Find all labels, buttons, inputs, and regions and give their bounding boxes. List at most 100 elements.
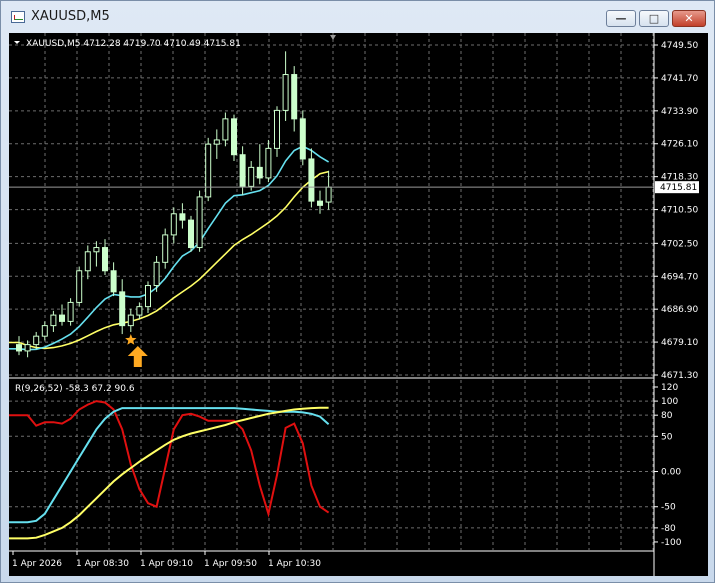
indicator-line-red <box>9 400 330 518</box>
chart-shift-icon[interactable] <box>330 35 336 40</box>
price-tick-label: 4694.70 <box>661 272 698 282</box>
price-tick-label: 4686.90 <box>661 305 698 315</box>
signal-star-icon <box>125 334 137 345</box>
title-bar[interactable]: XAUUSD,M5 — □ ✕ <box>1 1 714 33</box>
candle-body <box>50 314 57 327</box>
indicator-tick-label: 0.00 <box>661 468 681 478</box>
candle[interactable] <box>84 245 91 280</box>
candle[interactable] <box>248 161 255 191</box>
candle[interactable] <box>162 228 169 269</box>
candle[interactable] <box>119 279 126 335</box>
candle[interactable] <box>205 137 212 202</box>
candle[interactable] <box>76 266 83 307</box>
candle[interactable] <box>93 241 100 267</box>
minimize-icon: — <box>615 12 627 25</box>
candle-body <box>274 109 280 149</box>
candle-body <box>248 166 255 187</box>
candle[interactable] <box>188 215 194 252</box>
candle-body <box>84 251 91 272</box>
candle-body <box>67 301 74 322</box>
candle[interactable] <box>282 51 289 121</box>
candle-body <box>205 143 212 198</box>
candle[interactable] <box>231 114 237 162</box>
candle-body <box>41 325 48 337</box>
candle[interactable] <box>102 239 108 275</box>
indicator-tick-label: 80 <box>661 411 673 421</box>
grid <box>9 33 654 550</box>
candle-body <box>308 158 315 202</box>
candle[interactable] <box>170 207 177 244</box>
candle-body <box>325 186 332 203</box>
candle[interactable] <box>265 139 272 183</box>
candle-body <box>136 306 143 316</box>
candle-body <box>145 285 151 308</box>
price-tick-label: 4702.50 <box>661 239 698 249</box>
candle[interactable] <box>196 190 203 252</box>
indicator-panel-header: R(9,26,52) -58.3 67.2 90.6 <box>15 384 135 394</box>
indicator-line-yellow <box>9 406 329 540</box>
price-tick-label: 4733.90 <box>661 107 698 117</box>
close-icon: ✕ <box>684 12 694 25</box>
candle[interactable] <box>145 281 151 313</box>
candle[interactable] <box>24 340 31 358</box>
candle-body <box>153 261 160 287</box>
candle-body <box>24 344 31 352</box>
candle[interactable] <box>16 336 22 356</box>
candle-body <box>76 270 83 303</box>
candle-body <box>162 234 169 263</box>
candle[interactable] <box>33 331 40 349</box>
candle[interactable] <box>41 321 48 341</box>
price-panel-header: XAUUSD,M5 4712.28 4719.70 4710.49 4715.8… <box>26 39 241 49</box>
window-title: XAUUSD,M5 <box>31 9 110 24</box>
candle[interactable] <box>222 112 229 147</box>
candle[interactable] <box>291 66 298 132</box>
candle[interactable] <box>256 144 263 185</box>
price-tick-label: 4710.50 <box>661 206 698 216</box>
candle-body <box>16 344 22 352</box>
candle-body <box>299 118 306 160</box>
candle-body <box>231 118 237 156</box>
candle[interactable] <box>110 262 117 297</box>
candle[interactable] <box>59 304 65 326</box>
panel-menu-triangle-icon[interactable] <box>14 41 20 44</box>
indicator-tick-label: 120 <box>661 383 678 393</box>
candle-body <box>196 196 203 249</box>
candle[interactable] <box>179 203 186 229</box>
candle-body <box>265 147 272 179</box>
price-tick-label: 4726.10 <box>661 140 698 150</box>
price-tick-label: 4671.30 <box>661 371 698 381</box>
indicator-tick-label: -80 <box>661 524 676 534</box>
candle-body <box>170 213 177 236</box>
candle[interactable] <box>213 129 220 159</box>
indicator-tick-label: 50 <box>661 432 673 442</box>
candle[interactable] <box>274 106 280 157</box>
candle[interactable] <box>317 190 323 214</box>
time-tick-label: 1 Apr 10:30 <box>268 559 321 569</box>
chart-svg[interactable]: 4749.50 4741.70 4733.90 4726.10 4718.30 4710.… <box>9 33 708 576</box>
price-tick-label: 4679.10 <box>661 338 698 348</box>
candle[interactable] <box>299 110 306 166</box>
candle[interactable] <box>308 148 315 208</box>
price-tick-label: 4718.30 <box>661 173 698 183</box>
candle-body <box>59 314 65 322</box>
indicator-line-cyan <box>9 407 330 524</box>
candle[interactable] <box>325 170 332 210</box>
close-button[interactable]: ✕ <box>672 10 706 27</box>
chart-canvas[interactable]: 4749.50 4741.70 4733.90 4726.10 4718.30 4710.… <box>9 33 708 576</box>
candle-body <box>213 139 220 145</box>
buy-arrow-icon <box>127 345 148 367</box>
candle-body <box>282 74 289 111</box>
maximize-button[interactable]: □ <box>639 10 669 27</box>
candle[interactable] <box>127 308 134 332</box>
indicator-tick-label: -100 <box>661 538 682 548</box>
time-tick-label: 1 Apr 2026 <box>12 559 62 569</box>
candle-body <box>127 314 134 327</box>
candle-body <box>239 154 246 187</box>
candle-body <box>33 335 40 346</box>
indicator-panel[interactable] <box>9 400 330 540</box>
candle-body <box>119 291 126 327</box>
candle[interactable] <box>67 298 74 326</box>
candle[interactable] <box>50 310 57 332</box>
minimize-button[interactable]: — <box>606 10 636 27</box>
mt-chart-window: XAUUSD,M5 — □ ✕ 4749.50 4741.70 4733.90 472… <box>0 0 715 583</box>
